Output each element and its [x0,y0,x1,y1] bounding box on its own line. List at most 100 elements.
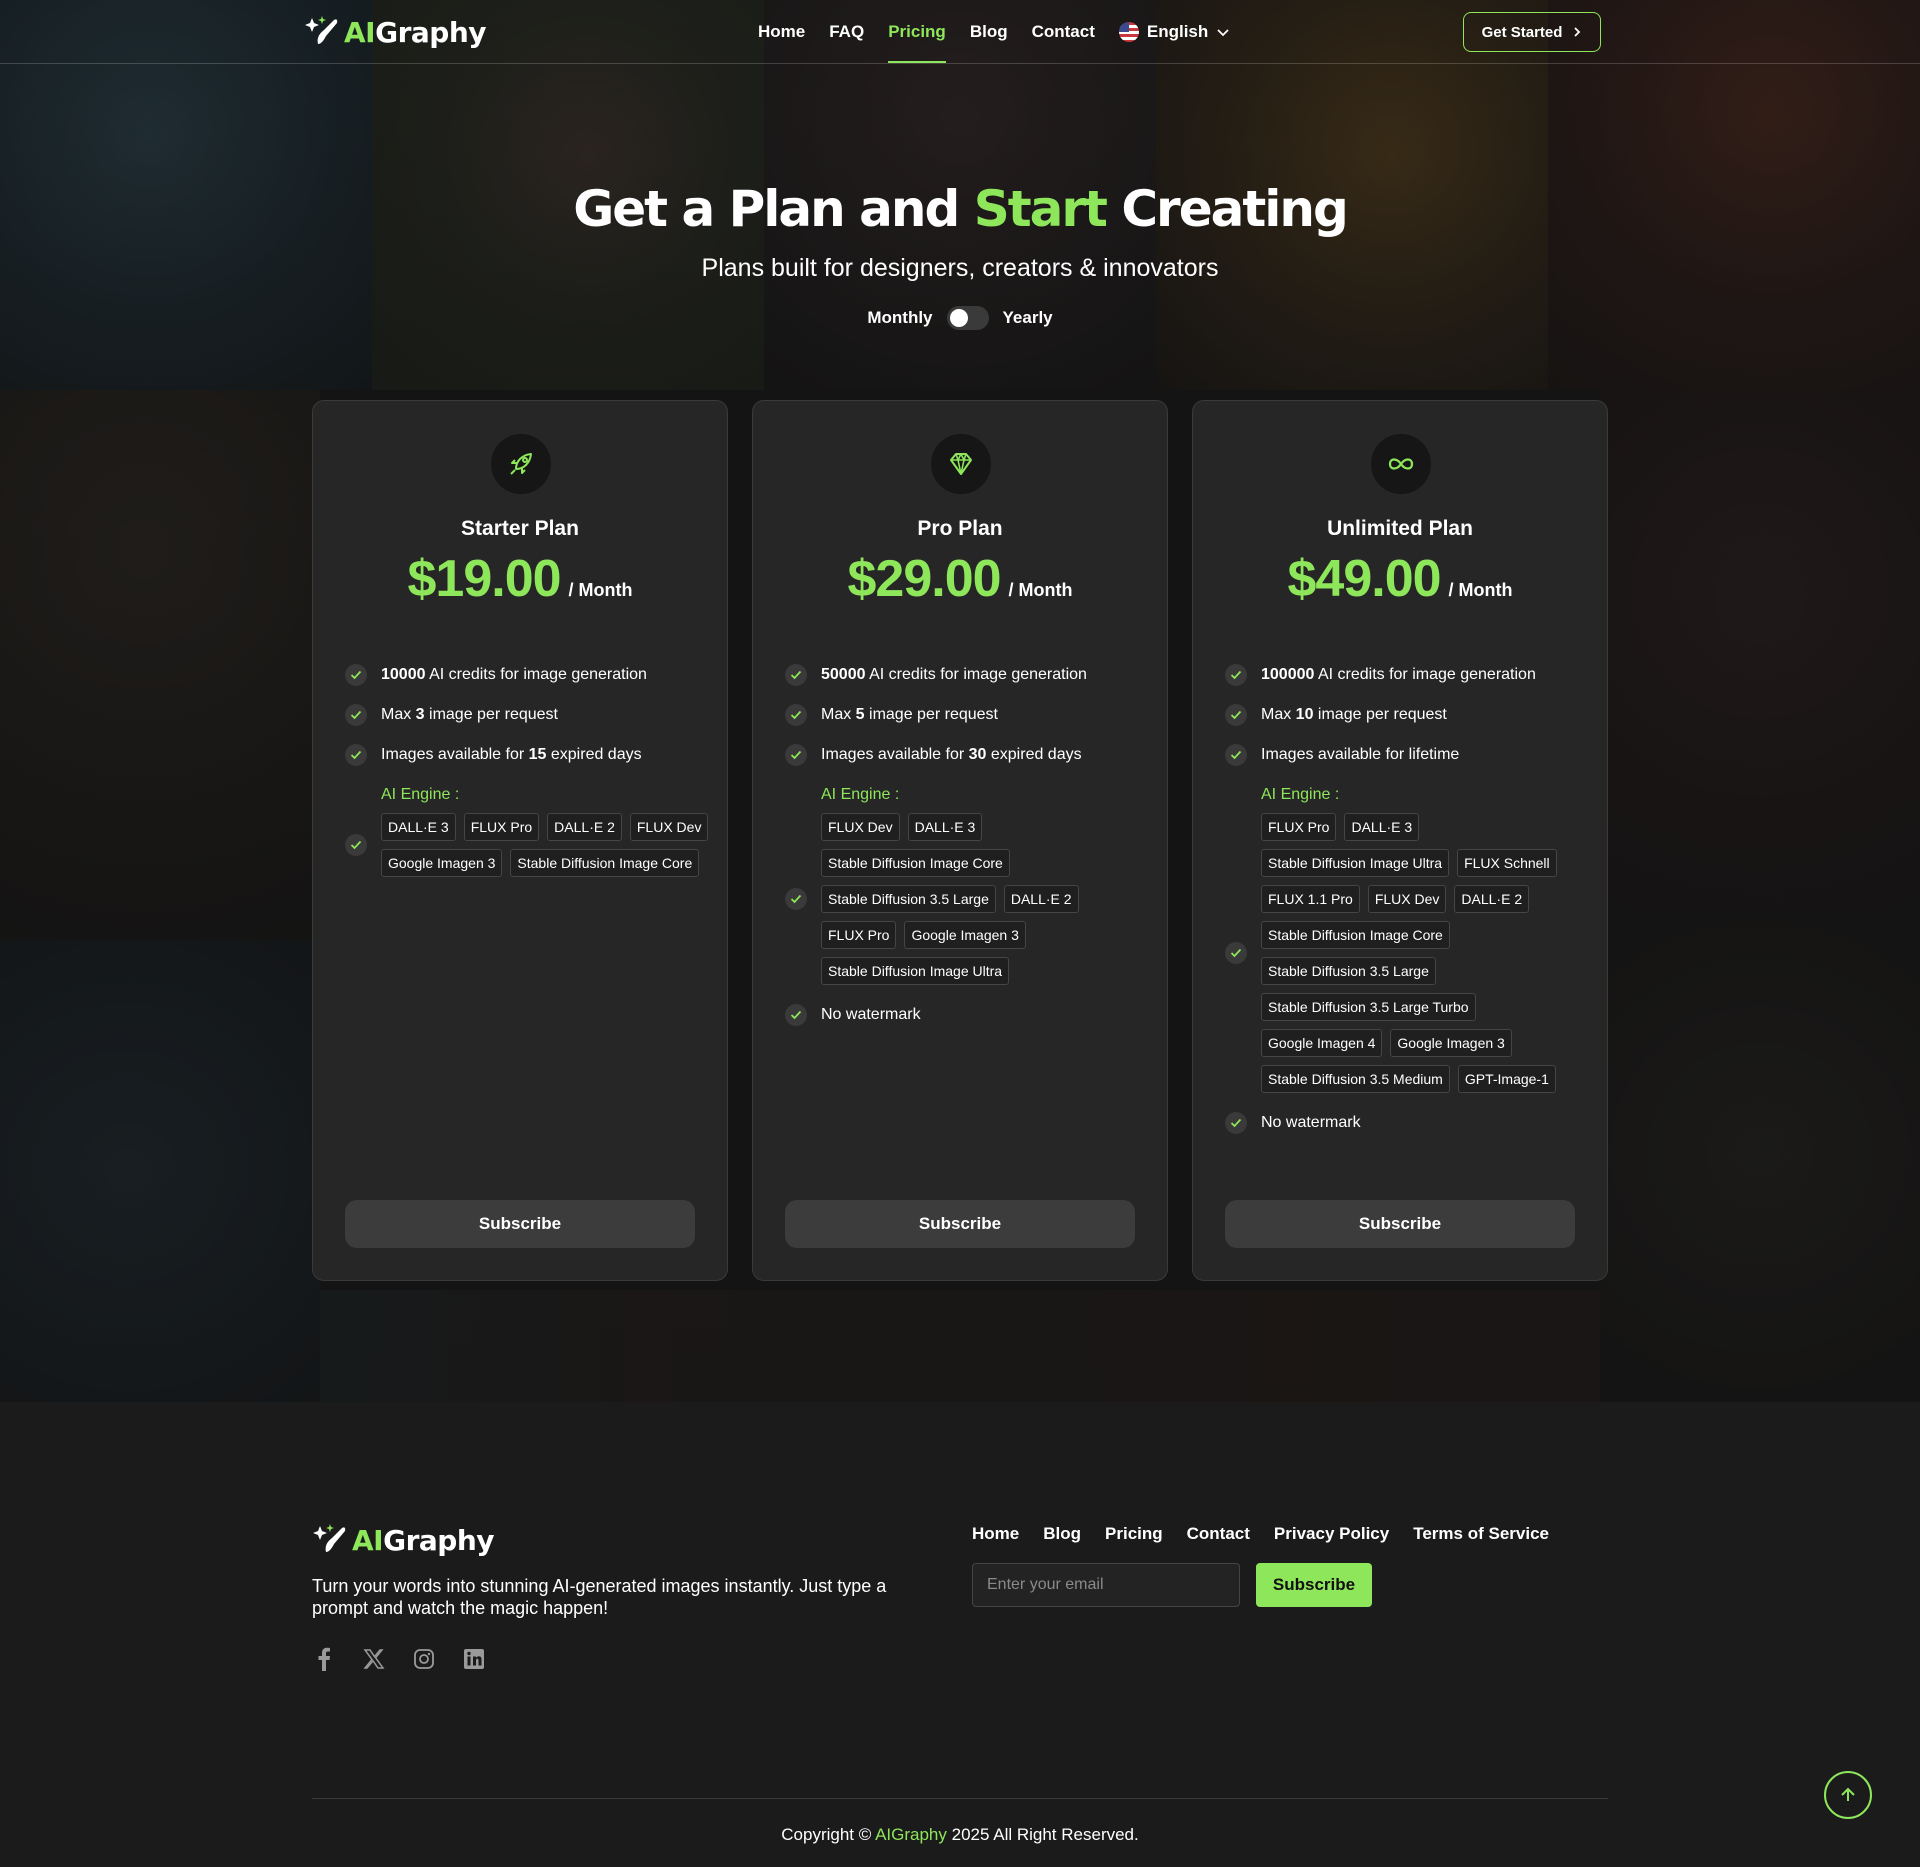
get-started-button[interactable]: Get Started [1463,12,1601,52]
engine-tag: Google Imagen 3 [904,921,1026,949]
logo-text-graphy: Graphy [383,1523,495,1557]
footer-link-terms[interactable]: Terms of Service [1413,1524,1549,1544]
copyright-prefix: Copyright © [781,1825,872,1844]
footer-divider [312,1798,1608,1799]
feature-value: 10000 [381,666,426,683]
plan-name: Starter Plan [461,517,579,540]
engine-tag: Google Imagen 4 [1261,1029,1383,1057]
engine-tag: DALL·E 3 [907,813,983,841]
engine-tag: FLUX Dev [821,813,900,841]
feature-item: Images available for lifetime [1225,743,1585,767]
billing-toggle-row: Monthly Yearly [0,306,1920,330]
feature-pre: Images available for [381,746,529,763]
us-flag-icon [1118,22,1139,42]
footer-link-blog[interactable]: Blog [1043,1524,1081,1544]
engine-tag: Stable Diffusion 3.5 Medium [1261,1065,1450,1093]
feature-value: 15 [528,746,547,763]
title-part1: Get a Plan and [573,180,960,238]
ai-engine-section: AI Engine : FLUX Dev DALL·E 3 Stable Diffus… [785,783,1145,985]
feature-value: 10 [1295,706,1314,723]
feature-item: Max 10 image per request [1225,703,1585,727]
chevron-down-icon [1217,29,1229,37]
feature-pre: Max [381,706,416,723]
engine-tag: Stable Diffusion 3.5 Large [821,885,996,913]
copyright-brand-link[interactable]: AIGraphy [875,1825,947,1844]
nav-home[interactable]: Home [758,20,805,44]
feature-pre: Images available for [821,746,969,763]
plan-price: $19.00 [407,550,561,608]
logo-wand-icon [305,16,338,44]
engine-tag: Stable Diffusion 3.5 Large [1261,957,1436,985]
ai-engine-label: AI Engine : [821,786,900,803]
header-logo[interactable]: AIGraphy [304,12,487,52]
footer-link-contact[interactable]: Contact [1187,1524,1250,1544]
x-icon[interactable] [362,1647,386,1671]
check-icon [1225,664,1247,686]
subscribe-button[interactable]: Subscribe [345,1200,695,1248]
toggle-knob [949,309,968,327]
newsletter-subscribe-button[interactable]: Subscribe [1256,1563,1372,1607]
nav-blog[interactable]: Blog [970,20,1008,44]
nav-faq[interactable]: FAQ [829,20,864,44]
scroll-to-top-button[interactable] [1824,1771,1872,1819]
title-accent: Start [973,180,1108,238]
check-icon [345,704,367,726]
language-selector[interactable]: English [1118,22,1230,42]
price-row: $19.00 / Month [313,549,727,609]
footer-tagline: Turn your words into stunning AI-generat… [312,1576,887,1618]
page-subtitle: Plans built for designers, creators & in… [701,254,1219,282]
engine-tag: DALL·E 3 [1344,813,1420,841]
facebook-icon[interactable] [312,1647,336,1671]
ai-engine-section: AI Engine : FLUX Pro DALL·E 3 Stable Diffus… [1225,783,1585,1093]
engine-tag: FLUX Schnell [1457,849,1557,877]
footer-link-home[interactable]: Home [972,1524,1019,1544]
plan-period: / Month [1008,580,1073,600]
ai-engine-section: AI Engine : DALL·E 3 FLUX Pro DALL·E 2 FLUX … [345,783,709,877]
feature-post: AI credits for image generation [425,666,647,683]
feature-post: AI credits for image generation [1314,666,1536,683]
instagram-icon[interactable] [412,1647,436,1671]
footer-logo[interactable]: AIGraphy [312,1520,495,1560]
infinity-icon [1371,434,1431,494]
feature-item: No watermark [785,1003,1145,1027]
feature-post: expired days [986,746,1082,763]
title-part2: Creating [1121,180,1348,238]
subscribe-button[interactable]: Subscribe [785,1200,1135,1248]
feature-list: 10000 AI credits for image generation Max… [345,663,709,895]
feature-item: Images available for 15 expired days [345,743,705,767]
email-field[interactable] [972,1563,1240,1607]
price-row: $49.00 / Month [1193,549,1607,609]
subscribe-button[interactable]: Subscribe [1225,1200,1575,1248]
page-title: Get a Plan and Start Creating [0,180,1920,238]
toggle-monthly-label[interactable]: Monthly [867,308,932,328]
rocket-icon [491,434,551,494]
ai-engine-label: AI Engine : [1261,786,1340,803]
feature-item: 100000 AI credits for image generation [1225,663,1585,687]
feature-post: image per request [1313,706,1447,723]
feature-value: 50000 [821,666,866,683]
plan-name: Unlimited Plan [1327,517,1473,540]
linkedin-icon[interactable] [462,1647,486,1671]
plan-period: / Month [568,580,633,600]
check-icon [1225,744,1247,766]
nav-pricing[interactable]: Pricing [888,20,946,63]
engine-tag-list: FLUX Pro DALL·E 3 Stable Diffusion Image U… [1261,813,1601,1093]
engine-tag: FLUX Pro [1261,813,1337,841]
engine-tag: Stable Diffusion Image Ultra [1261,849,1450,877]
feature-item: 50000 AI credits for image generation [785,663,1145,687]
footer-link-privacy[interactable]: Privacy Policy [1274,1524,1389,1544]
newsletter-form: Subscribe [972,1563,1372,1607]
footer-link-pricing[interactable]: Pricing [1105,1524,1163,1544]
engine-tag: Stable Diffusion 3.5 Large Turbo [1261,993,1476,1021]
nav-contact[interactable]: Contact [1032,20,1095,44]
engine-tag: DALL·E 2 [547,813,622,841]
check-icon [345,834,367,856]
engine-tag: DALL·E 2 [1003,885,1079,913]
feature-pre: Max [821,706,856,723]
toggle-yearly-label[interactable]: Yearly [1003,308,1053,328]
price-row: $29.00 / Month [753,549,1167,609]
billing-toggle[interactable] [946,306,989,330]
check-icon [785,704,807,726]
check-icon [1225,1112,1247,1134]
engine-tag-list: DALL·E 3 FLUX Pro DALL·E 2 FLUX Dev Google I… [381,813,721,877]
